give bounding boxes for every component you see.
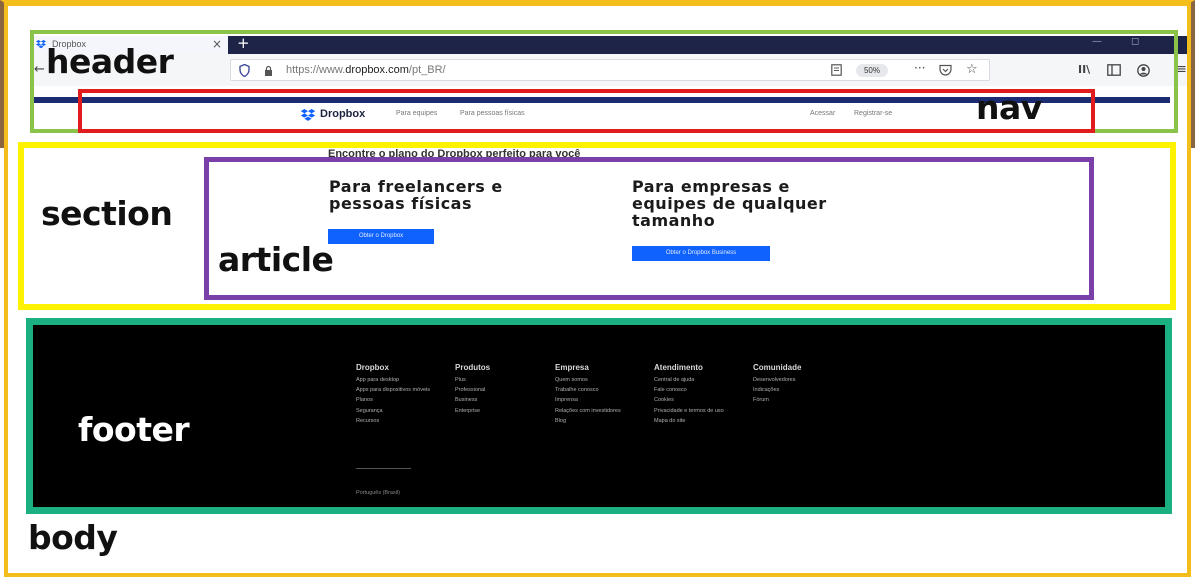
article-label: article — [218, 240, 334, 279]
article-outline — [204, 157, 1094, 300]
section-label: section — [41, 194, 173, 233]
nav-label: nav — [976, 88, 1042, 127]
footer-outline — [26, 318, 1172, 514]
header-label: header — [46, 42, 174, 81]
nav-outline — [78, 89, 1095, 133]
footer-label: footer — [78, 410, 190, 449]
body-label: body — [28, 518, 118, 557]
